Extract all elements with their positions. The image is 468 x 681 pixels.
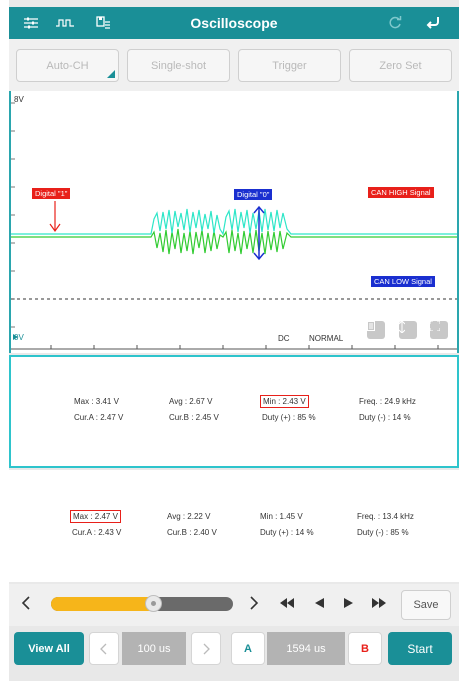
channel-b-cur-a: Cur.A : 2.43 V [72, 528, 122, 537]
auto-ch-button[interactable]: Auto-CH [16, 49, 119, 82]
cursor-b-button[interactable]: B [348, 632, 382, 665]
timebase-decrease-button[interactable] [89, 632, 119, 665]
view-all-button[interactable]: View All [14, 632, 84, 665]
playback-slider-fill [51, 597, 153, 611]
trigger-mode-label: NORMAL [309, 334, 344, 343]
start-button[interactable]: Start [388, 632, 452, 665]
zero-voltage-label: 0V [14, 333, 24, 342]
channel-b-duty-neg: Duty (-) : 85 % [357, 528, 409, 537]
chevron-left-icon [100, 643, 107, 654]
back-arrow-icon[interactable] [419, 7, 447, 39]
channel-b-max: Max : 2.47 V [70, 510, 121, 523]
channel-a-duty-pos: Duty (+) : 85 % [262, 413, 316, 422]
waveform-canvas [11, 102, 457, 350]
timebase-increase-button[interactable] [191, 632, 221, 665]
channel-a-measurements[interactable]: Max : 3.41 V Cur.A : 2.47 V Avg : 2.67 V… [9, 355, 459, 468]
can-high-trace [11, 208, 457, 236]
digital-zero-tag: Digital "0" [234, 189, 273, 200]
channel-b-min: Min : 1.45 V [260, 512, 303, 521]
chevron-right-icon[interactable] [249, 596, 259, 613]
step-forward-icon[interactable] [343, 596, 355, 612]
channel-b-duty-pos: Duty (+) : 14 % [260, 528, 314, 537]
coupling-label: DC [278, 334, 290, 343]
mode-button-row: Auto-CH Single-shot Trigger Zero Set [9, 39, 459, 91]
trigger-button[interactable]: Trigger [238, 49, 341, 82]
playback-slider-track[interactable] [51, 597, 233, 611]
cursor-a-button[interactable]: A [231, 632, 265, 665]
channel-b-freq: Freq. : 13.4 kHz [357, 512, 414, 521]
fast-rewind-icon[interactable] [279, 596, 295, 612]
channel-a-min: Min : 2.43 V [260, 395, 309, 408]
single-shot-label: Single-shot [150, 59, 207, 72]
channel-b-cur-b: Cur.B : 2.40 V [167, 528, 217, 537]
trigger-label: Trigger [272, 59, 307, 72]
title-bar: Oscilloscope [9, 7, 459, 39]
channel-b-measurements[interactable]: Max : 2.47 V Cur.A : 2.43 V Avg : 2.22 V… [9, 470, 459, 582]
chevron-right-icon [203, 643, 210, 654]
screenshot-icon[interactable] [367, 321, 385, 339]
vertical-resize-icon[interactable] [399, 321, 417, 339]
zero-set-label: Zero Set [379, 59, 422, 72]
playback-controls: Save [9, 584, 459, 626]
chevron-left-icon[interactable] [21, 596, 31, 613]
channel-b-avg: Avg : 2.22 V [167, 512, 211, 521]
fullscreen-icon[interactable] [430, 321, 448, 339]
bottom-toolbar: View All 100 us A 1594 us B Start [9, 626, 459, 681]
can-high-tag: CAN HIGH Signal [368, 187, 434, 198]
can-low-tag: CAN LOW Signal [371, 276, 435, 287]
timebase-value: 100 us [122, 632, 186, 665]
auto-ch-label: Auto-CH [46, 59, 89, 72]
channel-a-cur-a: Cur.A : 2.47 V [74, 413, 124, 422]
digital-one-tag: Digital "1" [32, 188, 71, 199]
cursor-delta-value: 1594 us [267, 632, 345, 665]
top-voltage-label: 8V [14, 95, 24, 104]
channel-a-max: Max : 3.41 V [74, 397, 119, 406]
channel-a-duty-neg: Duty (-) : 14 % [359, 413, 411, 422]
channel-a-cur-b: Cur.B : 2.45 V [169, 413, 219, 422]
zero-set-button[interactable]: Zero Set [349, 49, 452, 82]
single-shot-button[interactable]: Single-shot [127, 49, 230, 82]
oscilloscope-display[interactable]: 8V 0V Digital "1" Digital "0" CAN HIGH S… [9, 91, 459, 353]
playback-slider-thumb[interactable] [144, 595, 162, 612]
channel-a-freq: Freq. : 24.9 kHz [359, 397, 416, 406]
step-back-icon[interactable] [313, 596, 325, 612]
fast-forward-icon[interactable] [371, 596, 387, 612]
refresh-icon[interactable] [381, 7, 409, 39]
can-low-trace [11, 228, 457, 255]
dropdown-corner-icon [107, 70, 115, 78]
channel-a-avg: Avg : 2.67 V [169, 397, 213, 406]
save-button[interactable]: Save [401, 590, 451, 620]
